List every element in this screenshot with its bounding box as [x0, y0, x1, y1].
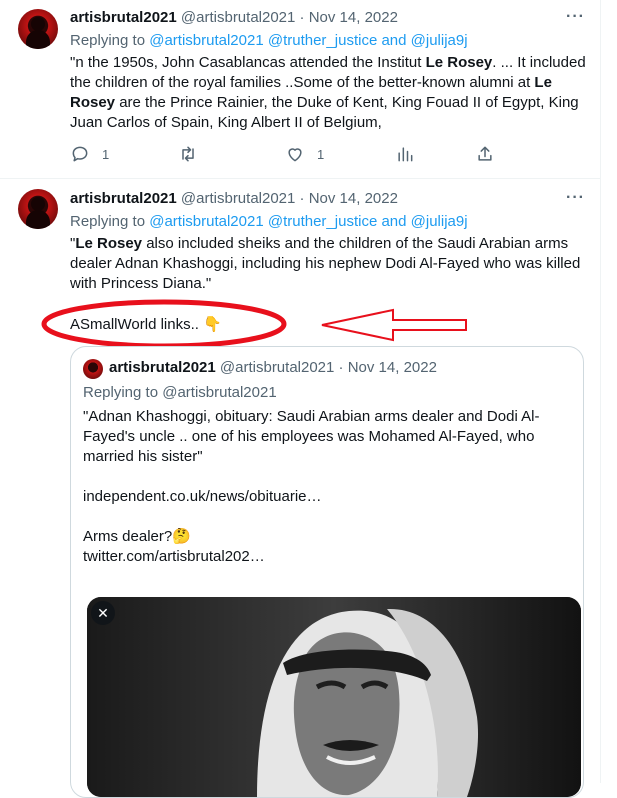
photo-illustration — [87, 597, 581, 797]
reply-handles-link[interactable]: @artisbrutal2021 @truther_justice and @j… — [149, 213, 467, 230]
tweet-date[interactable]: Nov 14, 2022 — [309, 190, 398, 207]
quoted-header: artisbrutal2021 @artisbrutal2021 · Nov 1… — [109, 359, 437, 376]
retweet-icon — [182, 146, 194, 162]
quoted-author-name: artisbrutal2021 — [109, 359, 216, 376]
author-handle[interactable]: @artisbrutal2021 — [181, 9, 295, 26]
tweet-1[interactable]: artisbrutal2021 @artisbrutal2021 · Nov 1… — [0, 0, 600, 178]
quoted-link-1[interactable]: independent.co.uk/news/obituarie… — [83, 487, 569, 507]
more-icon[interactable]: ··· — [566, 8, 585, 26]
views-button[interactable] — [395, 144, 415, 164]
like-icon — [288, 148, 302, 162]
views-icon — [398, 147, 413, 162]
share-button[interactable] — [475, 144, 495, 164]
quoted-replying-to: Replying to @artisbrutal2021 — [83, 384, 277, 401]
author-handle[interactable]: @artisbrutal2021 — [181, 190, 295, 207]
retweet-button[interactable] — [178, 144, 198, 164]
avatar[interactable] — [18, 189, 58, 229]
reply-icon — [72, 146, 88, 162]
reply-button[interactable]: 1 — [70, 144, 109, 164]
author-name[interactable]: artisbrutal2021 — [70, 9, 177, 26]
tweet-text: "n the 1950s, John Casablancas attended … — [70, 54, 586, 131]
tweet-text: "Le Rosey also included sheiks and the c… — [70, 235, 581, 292]
share-icon — [478, 146, 492, 161]
tweet-text-line-2: ASmallWorld links.. 👇 — [70, 316, 222, 333]
reply-handles-link[interactable]: @artisbrutal2021 @truther_justice and @j… — [149, 32, 467, 49]
quoted-avatar — [83, 359, 103, 379]
quoted-photo[interactable]: ✕ — [87, 597, 581, 797]
tweet-actions: 1 1 — [70, 144, 590, 168]
quoted-text: "Adnan Khashoggi, obituary: Saudi Arabia… — [83, 407, 569, 567]
quoted-link-2[interactable]: twitter.com/artisbrutal202… — [83, 547, 569, 567]
quoted-date: Nov 14, 2022 — [347, 359, 437, 376]
replying-to: Replying to @artisbrutal2021 @truther_ju… — [70, 32, 468, 49]
quoted-author-handle: @artisbrutal2021 — [219, 359, 335, 376]
like-button[interactable]: 1 — [285, 144, 324, 164]
timeline-border — [600, 0, 601, 783]
reply-count: 1 — [102, 146, 110, 162]
replying-to: Replying to @artisbrutal2021 @truther_ju… — [70, 213, 468, 230]
like-count: 1 — [317, 146, 325, 162]
more-icon[interactable]: ··· — [566, 189, 585, 207]
author-name[interactable]: artisbrutal2021 — [70, 190, 177, 207]
tweet-header: artisbrutal2021 @artisbrutal2021 · Nov 1… — [70, 190, 398, 207]
tweet-date[interactable]: Nov 14, 2022 — [309, 9, 398, 26]
close-icon[interactable]: ✕ — [91, 601, 115, 625]
quoted-tweet[interactable]: artisbrutal2021 @artisbrutal2021 · Nov 1… — [70, 346, 584, 798]
avatar[interactable] — [18, 9, 58, 49]
tweet-header: artisbrutal2021 @artisbrutal2021 · Nov 1… — [70, 9, 398, 26]
